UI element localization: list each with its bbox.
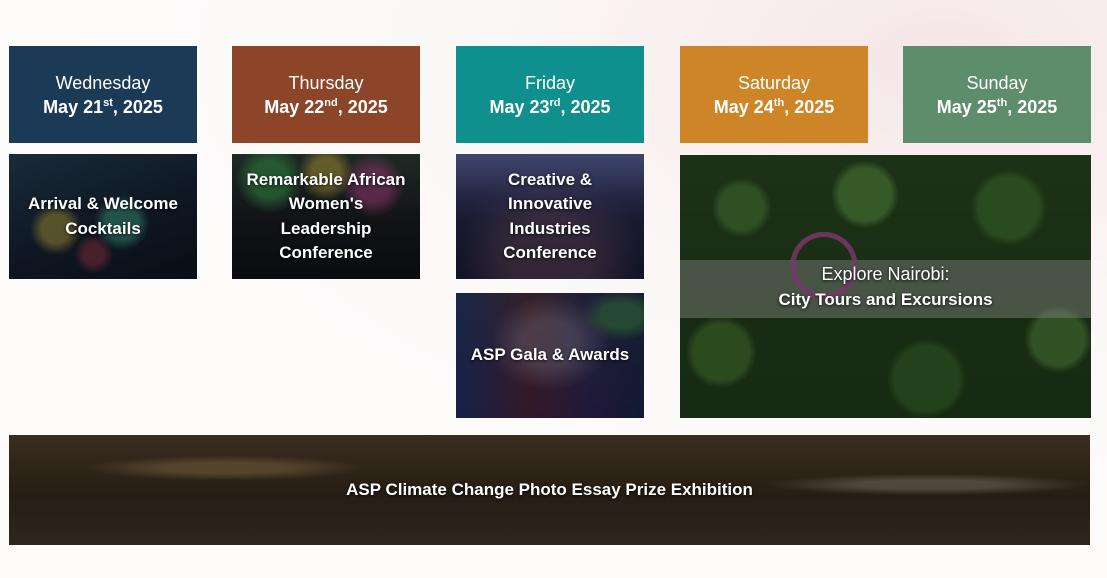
- event-title: Explore Nairobi: City Tours and Excursio…: [778, 263, 993, 309]
- event-title: ASP Gala & Awards: [470, 345, 630, 365]
- day-name: Friday: [524, 73, 575, 93]
- event-title: ASP Climate Change Photo Essay Prize Exh…: [346, 479, 753, 499]
- event-womens-leadership-conference[interactable]: Remarkable African Women's Leadership Co…: [232, 154, 420, 279]
- day-date: May 24th, 2025: [713, 97, 835, 117]
- day-date: May 23rd, 2025: [489, 97, 611, 117]
- event-gala-awards[interactable]: ASP Gala & Awards: [456, 293, 644, 418]
- event-photo-essay-exhibition[interactable]: ASP Climate Change Photo Essay Prize Exh…: [9, 435, 1090, 545]
- day-header-sunday: Sunday May 25th, 2025: [903, 46, 1091, 143]
- event-title: Creative & Innovative Industries Confere…: [503, 169, 597, 263]
- day-name: Sunday: [966, 73, 1028, 93]
- day-name: Saturday: [737, 73, 811, 93]
- event-title: Arrival & Welcome Cocktails: [28, 194, 178, 238]
- day-header-friday: Friday May 23rd, 2025: [456, 46, 644, 143]
- day-name: Wednesday: [55, 73, 151, 93]
- day-date: May 22nd, 2025: [264, 97, 388, 117]
- day-date: May 25th, 2025: [936, 97, 1058, 117]
- day-header-saturday: Saturday May 24th, 2025: [680, 46, 868, 143]
- day-date: May 21st, 2025: [43, 97, 163, 117]
- day-header-wednesday: Wednesday May 21st, 2025: [9, 46, 197, 143]
- event-arrival-cocktails[interactable]: Arrival & Welcome Cocktails: [9, 154, 197, 279]
- day-header-thursday: Thursday May 22nd, 2025: [232, 46, 420, 143]
- event-explore-nairobi[interactable]: Explore Nairobi: City Tours and Excursio…: [680, 155, 1091, 418]
- event-creative-industries-conference[interactable]: Creative & Innovative Industries Confere…: [456, 154, 644, 279]
- day-name: Thursday: [288, 73, 364, 93]
- event-title: Remarkable African Women's Leadership Co…: [246, 169, 406, 263]
